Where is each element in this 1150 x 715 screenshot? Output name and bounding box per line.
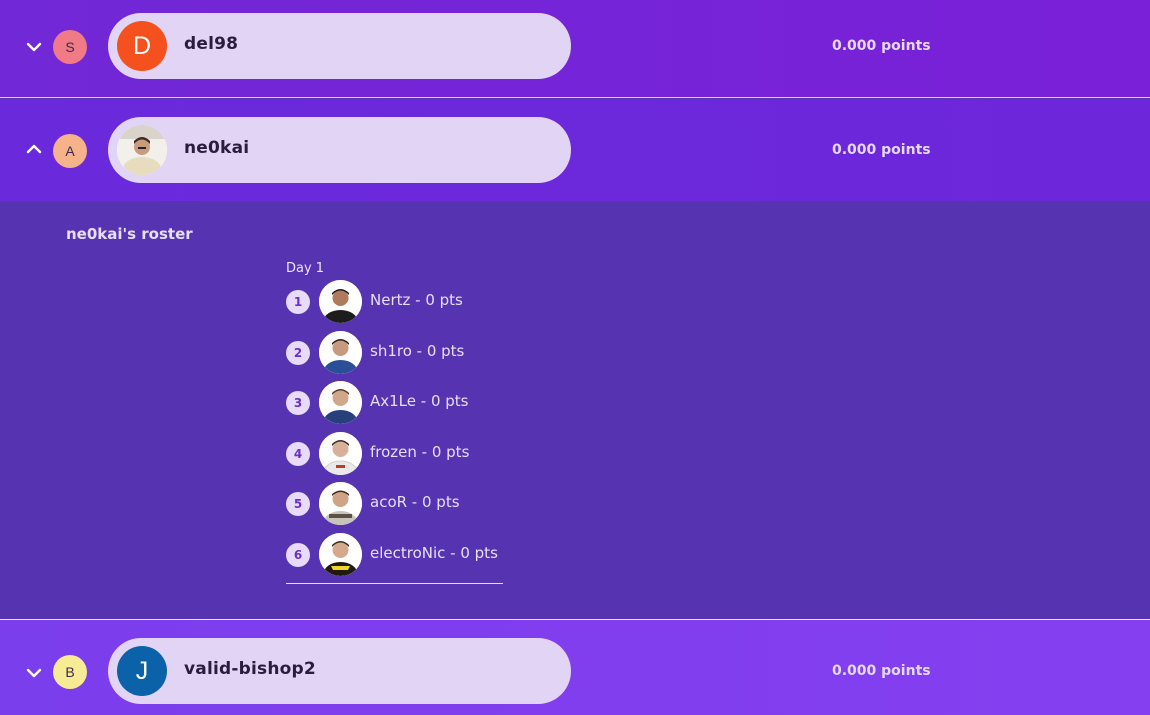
avatar: D: [117, 21, 167, 71]
chevron-down-icon[interactable]: [24, 663, 44, 683]
roster-player[interactable]: 6 electroNic - 0 pts: [286, 533, 586, 577]
divider: [286, 583, 503, 584]
player-avatar: [319, 280, 362, 323]
player-avatar: [319, 331, 362, 374]
player-avatar: [319, 533, 362, 576]
leaderboard-row[interactable]: A ne0kai 0.000 points: [0, 99, 1150, 201]
slot-number: 2: [286, 341, 310, 365]
player-label: Ax1Le - 0 pts: [370, 392, 469, 410]
player-avatar: [319, 482, 362, 525]
user-pill[interactable]: ne0kai: [108, 117, 571, 183]
leaderboard-row[interactable]: S D del98 0.000 points: [0, 0, 1150, 98]
roster-player[interactable]: 3 Ax1Le - 0 pts: [286, 381, 586, 425]
roster-player[interactable]: 1 Nertz - 0 pts: [286, 280, 586, 324]
player-avatar: [319, 381, 362, 424]
points-value: 0.000 points: [832, 663, 931, 679]
user-pill[interactable]: D del98: [108, 13, 571, 79]
points-value: 0.000 points: [832, 142, 931, 158]
player-label: sh1ro - 0 pts: [370, 342, 465, 360]
roster-panel: ne0kai's roster Day 1 1 Nertz - 0 pts 2 …: [0, 201, 1150, 619]
player-label: frozen - 0 pts: [370, 443, 470, 461]
avatar: [117, 125, 167, 175]
slot-number: 4: [286, 442, 310, 466]
roster-player[interactable]: 5 acoR - 0 pts: [286, 482, 586, 526]
avatar: J: [117, 646, 167, 696]
rank-badge: S: [53, 30, 87, 64]
user-pill[interactable]: J valid-bishop2: [108, 638, 571, 704]
username: del98: [184, 34, 239, 54]
slot-number: 1: [286, 290, 310, 314]
rank-badge: A: [53, 134, 87, 168]
slot-number: 3: [286, 391, 310, 415]
roster-player[interactable]: 4 frozen - 0 pts: [286, 432, 586, 476]
username: ne0kai: [184, 138, 250, 158]
username: valid-bishop2: [184, 659, 316, 679]
day-label: Day 1: [286, 261, 325, 276]
slot-number: 5: [286, 492, 310, 516]
player-label: electroNic - 0 pts: [370, 544, 498, 562]
player-label: Nertz - 0 pts: [370, 291, 463, 309]
player-avatar: [319, 432, 362, 475]
roster-player[interactable]: 2 sh1ro - 0 pts: [286, 331, 586, 375]
points-value: 0.000 points: [832, 38, 931, 54]
rank-badge: B: [53, 655, 87, 689]
slot-number: 6: [286, 543, 310, 567]
player-label: acoR - 0 pts: [370, 493, 460, 511]
chevron-up-icon[interactable]: [24, 139, 44, 159]
chevron-down-icon[interactable]: [24, 37, 44, 57]
roster-title: ne0kai's roster: [66, 225, 193, 243]
leaderboard-row[interactable]: B J valid-bishop2 0.000 points: [0, 619, 1150, 715]
